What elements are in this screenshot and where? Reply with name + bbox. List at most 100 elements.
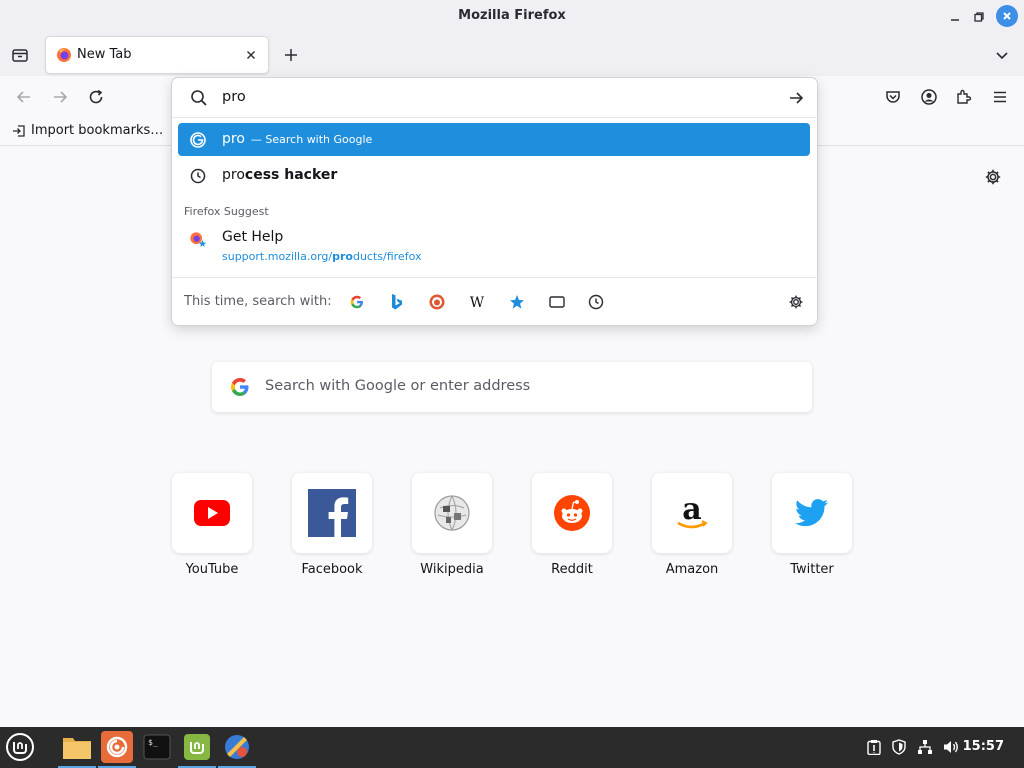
plus-icon	[285, 49, 297, 61]
bing-icon	[392, 294, 402, 310]
suggestion-title: Get Help	[222, 229, 284, 245]
svg-text:W: W	[470, 295, 485, 309]
one-off-label: This time, search with:	[184, 294, 332, 309]
suggestion-firefox-suggest[interactable]: Get Help support.mozilla.org/products/fi…	[178, 222, 810, 266]
chevron-down-icon	[996, 52, 1008, 60]
one-off-wikipedia[interactable]: W	[467, 292, 487, 312]
firefox-help-icon	[189, 231, 207, 249]
gear-icon	[789, 295, 803, 309]
top-site-amazon[interactable]: a Amazon	[652, 473, 732, 577]
hamburger-icon	[994, 91, 1006, 103]
google-icon	[189, 131, 207, 149]
close-icon	[1003, 12, 1011, 20]
app-menu-button[interactable]	[988, 85, 1012, 109]
maximize-button[interactable]	[968, 6, 990, 28]
pocket-button[interactable]	[881, 85, 905, 109]
import-bookmarks-label: Import bookmarks…	[31, 123, 164, 138]
top-sites: YouTube Facebook Wikipedia Reddit a Amaz…	[0, 473, 1024, 583]
minimize-icon	[951, 19, 959, 21]
top-site-twitter[interactable]: Twitter	[772, 473, 852, 577]
youtube-icon	[194, 500, 230, 526]
suggestion-match: pro	[222, 167, 245, 183]
gear-icon	[985, 169, 1001, 185]
tab-new-tab[interactable]: New Tab	[46, 37, 268, 73]
top-site-label: Facebook	[301, 562, 363, 577]
tabs-icon	[549, 296, 565, 308]
mint-app-icon	[184, 734, 210, 760]
arrow-left-icon	[16, 91, 30, 103]
back-button[interactable]	[12, 85, 36, 109]
tab-strip: New Tab	[0, 34, 1024, 76]
close-tab-button[interactable]	[242, 46, 260, 64]
wikipedia-icon	[434, 495, 470, 531]
tray-network[interactable]	[916, 738, 934, 756]
title-bar: Mozilla Firefox	[0, 0, 1024, 34]
firefox-view-button[interactable]	[8, 43, 32, 67]
clock[interactable]: 15:57	[963, 739, 1004, 754]
account-button[interactable]	[917, 85, 941, 109]
search-settings-button[interactable]	[786, 292, 806, 312]
network-icon	[918, 740, 932, 754]
top-site-label: YouTube	[185, 562, 239, 577]
top-site-facebook[interactable]: Facebook	[292, 473, 372, 577]
restore-icon	[974, 12, 984, 22]
firefox-icon	[57, 48, 71, 62]
one-off-bookmarks[interactable]	[507, 292, 527, 312]
suggestion-rest: cess hacker	[244, 167, 338, 183]
reload-button[interactable]	[84, 85, 108, 109]
newtab-search-placeholder: Search with Google or enter address	[265, 378, 531, 394]
history-icon	[189, 167, 207, 185]
one-off-google[interactable]	[347, 292, 367, 312]
newtab-search-box[interactable]: Search with Google or enter address	[212, 362, 812, 412]
suggestion-url-start: support.mozilla.org/	[222, 250, 333, 263]
close-icon	[247, 51, 255, 59]
top-site-reddit[interactable]: Reddit	[532, 473, 612, 577]
reddit-icon	[554, 495, 590, 531]
terminal-icon: $_	[143, 734, 171, 760]
clipboard-icon	[867, 740, 881, 755]
close-window-button[interactable]	[996, 5, 1018, 27]
import-bookmarks-button[interactable]: Import bookmarks…	[12, 123, 163, 138]
suggestion-history[interactable]: process hacker	[178, 159, 810, 192]
taskbar-files[interactable]	[61, 731, 93, 763]
new-tab-button[interactable]	[279, 43, 303, 67]
start-menu-button[interactable]	[4, 731, 36, 763]
svg-text:a: a	[682, 493, 701, 527]
suggestion-search-google[interactable]: pro — Search with Google	[178, 123, 810, 156]
google-icon	[350, 295, 363, 309]
facebook-icon	[308, 489, 356, 537]
one-off-duckduckgo[interactable]	[427, 292, 447, 312]
taskbar-app[interactable]	[221, 731, 253, 763]
personalize-button[interactable]	[982, 166, 1004, 188]
suggestion-text: pro	[222, 131, 245, 147]
tray-volume[interactable]	[942, 738, 960, 756]
pocket-icon	[886, 91, 900, 103]
taskbar-terminal[interactable]: $_	[141, 731, 173, 763]
amazon-icon: a	[677, 493, 708, 529]
tray-clipboard[interactable]	[865, 738, 883, 756]
tray-shield[interactable]	[890, 738, 908, 756]
forward-button[interactable]	[48, 85, 72, 109]
window-title: Mozilla Firefox	[458, 8, 566, 23]
top-site-label: Amazon	[665, 562, 719, 577]
minimize-button[interactable]	[944, 6, 966, 28]
url-input[interactable]: pro	[172, 78, 817, 118]
one-off-tabs[interactable]	[547, 292, 567, 312]
top-site-label: Reddit	[551, 562, 593, 577]
list-all-tabs-button[interactable]	[990, 43, 1014, 67]
account-icon	[921, 89, 937, 105]
taskbar-firefox[interactable]	[101, 731, 133, 763]
taskbar-mint-app[interactable]	[181, 731, 213, 763]
taskbar: $_ 15:57	[0, 727, 1024, 768]
top-site-youtube[interactable]: YouTube	[172, 473, 252, 577]
suggestion-action: — Search with Google	[250, 133, 373, 146]
top-site-wikipedia[interactable]: Wikipedia	[412, 473, 492, 577]
star-icon	[510, 295, 524, 309]
svg-text:$_: $_	[148, 738, 158, 747]
one-off-history[interactable]	[586, 292, 606, 312]
go-button[interactable]	[785, 87, 807, 109]
one-off-bing[interactable]	[387, 292, 407, 312]
url-input-value: pro	[222, 89, 246, 105]
extensions-button[interactable]	[952, 85, 976, 109]
top-site-label: Twitter	[790, 562, 834, 577]
